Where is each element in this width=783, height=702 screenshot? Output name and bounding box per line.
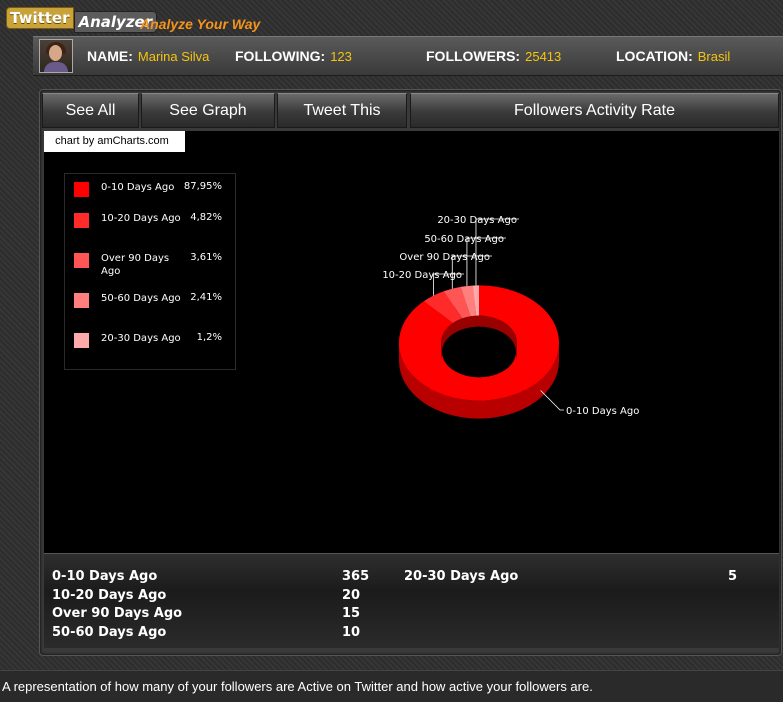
tab-followers-activity-rate[interactable]: Followers Activity Rate bbox=[410, 93, 779, 128]
profile-followers: FOLLOWERS: 25413 bbox=[426, 48, 561, 64]
location-value: Brasil bbox=[697, 49, 731, 64]
name-value: Marina Silva bbox=[137, 49, 210, 64]
app-tagline: Analyze Your Way bbox=[140, 16, 261, 32]
location-label: LOCATION: bbox=[616, 48, 693, 64]
legend-swatch bbox=[74, 333, 89, 348]
stat-value: 15 bbox=[342, 606, 361, 621]
stat-value: 20 bbox=[342, 588, 361, 603]
legend-swatch bbox=[74, 182, 89, 197]
followers-value: 25413 bbox=[525, 49, 562, 64]
legend-label: 0-10 Days Ago bbox=[101, 182, 175, 193]
logo-part-1: Twitter bbox=[6, 7, 74, 29]
legend-value: 3,61% bbox=[190, 252, 222, 263]
stat-value: 5 bbox=[728, 569, 738, 584]
legend-swatch bbox=[74, 253, 89, 268]
pie-label: 20-30 Days Ago bbox=[437, 215, 517, 226]
pie-label: 0-10 Days Ago bbox=[566, 406, 639, 417]
stat-label: 0-10 Days Ago bbox=[52, 569, 158, 584]
legend-item[interactable]: 10-20 Days Ago 4,82% bbox=[65, 208, 235, 238]
pie-label: 50-60 Days Ago bbox=[424, 234, 504, 245]
followers-label: FOLLOWERS: bbox=[426, 48, 521, 64]
legend-label: Over 90 Days Ago bbox=[101, 253, 170, 277]
legend-value: 87,95% bbox=[183, 181, 222, 192]
profile-bar: NAME: Marina Silva FOLLOWING: 123 FOLLOWER… bbox=[33, 36, 783, 76]
legend-swatch bbox=[74, 213, 89, 228]
profile-location: LOCATION: Brasil bbox=[616, 48, 730, 64]
legend-item[interactable]: 0-10 Days Ago 87,95% bbox=[65, 177, 235, 207]
tab-see-all[interactable]: See All bbox=[42, 93, 139, 128]
legend-value: 2,41% bbox=[190, 292, 222, 303]
chart-credit-link[interactable]: chart by amCharts.com bbox=[44, 131, 185, 152]
legend-label: 10-20 Days Ago bbox=[101, 213, 181, 224]
tab-see-graph[interactable]: See Graph bbox=[141, 93, 275, 128]
legend-item[interactable]: 20-30 Days Ago 1,2% bbox=[65, 328, 235, 358]
stat-value: 365 bbox=[342, 569, 370, 584]
legend-item[interactable]: 50-60 Days Ago 2,41% bbox=[65, 288, 235, 318]
stat-value: 10 bbox=[342, 625, 361, 640]
footer-description: A representation of how many of your fol… bbox=[2, 679, 593, 694]
chart-area: 0-10 Days Ago 10-20 Days Ago Over 90 Days … bbox=[44, 131, 779, 553]
top-bar: Twitter Analyzer Analyze Your Way bbox=[0, 0, 783, 36]
chart-legend: 0-10 Days Ago 87,95% 10-20 Days Ago 4,82… bbox=[64, 173, 236, 370]
following-value: 123 bbox=[330, 49, 352, 64]
pie-label: 10-20 Days Ago bbox=[382, 270, 462, 281]
stat-label: 50-60 Days Ago bbox=[52, 625, 167, 640]
profile-following: FOLLOWING: 123 bbox=[235, 48, 352, 64]
avatar bbox=[39, 39, 73, 73]
stat-label: Over 90 Days Ago bbox=[52, 606, 183, 621]
legend-value: 4,82% bbox=[190, 212, 222, 223]
stats-table: 0-10 Days Ago 365 10-20 Days Ago 20 Over… bbox=[44, 553, 779, 648]
pie-label: Over 90 Days Ago bbox=[399, 252, 490, 263]
tab-tweet-this[interactable]: Tweet This bbox=[277, 93, 407, 128]
app-logo[interactable]: Twitter Analyzer bbox=[6, 5, 158, 33]
legend-label: 50-60 Days Ago bbox=[101, 293, 181, 304]
legend-value: 1,2% bbox=[196, 332, 222, 343]
pie-hole bbox=[442, 326, 516, 378]
stat-label: 20-30 Days Ago bbox=[404, 569, 519, 584]
profile-name: NAME: Marina Silva bbox=[87, 48, 209, 64]
name-label: NAME: bbox=[87, 48, 133, 64]
following-label: FOLLOWING: bbox=[235, 48, 326, 64]
footer: A representation of how many of your fol… bbox=[0, 670, 783, 702]
legend-label: 20-30 Days Ago bbox=[101, 333, 181, 344]
stat-label: 10-20 Days Ago bbox=[52, 588, 167, 603]
legend-item[interactable]: Over 90 Days Ago 3,61% bbox=[65, 248, 235, 278]
legend-swatch bbox=[74, 293, 89, 308]
